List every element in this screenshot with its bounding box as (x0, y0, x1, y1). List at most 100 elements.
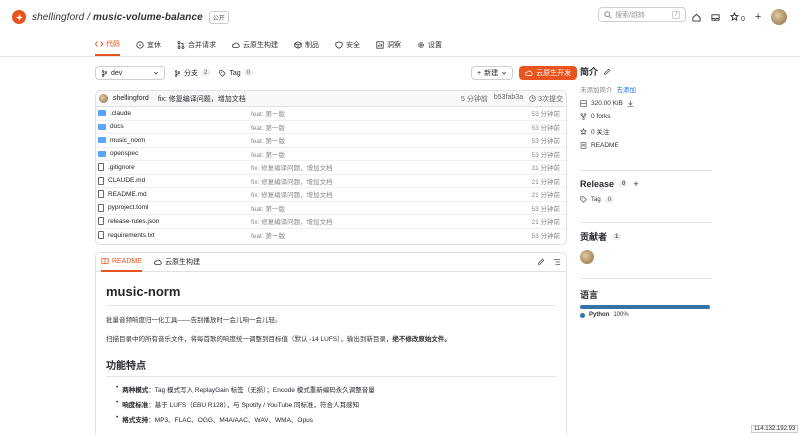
logo-icon[interactable] (12, 10, 26, 24)
code-icon (95, 41, 103, 47)
tags-label: Tag (229, 69, 241, 77)
repo-name[interactable]: music-volume-balance (93, 12, 203, 23)
file-commit-message[interactable]: feat: 第一版 (251, 230, 531, 240)
tags-link[interactable]: Tag 0 (219, 70, 253, 77)
inbox-icon[interactable] (711, 13, 720, 22)
file-time: 53 分钟前 (531, 205, 560, 213)
home-icon[interactable] (692, 13, 701, 22)
table-row[interactable]: openspec feat: 第一版 53 分钟前 (96, 148, 566, 161)
table-row[interactable]: README.md fix: 修复编译问题，增加文档 21 分钟前 (96, 188, 566, 202)
table-row[interactable]: docs feat: 第一版 53 分钟前 (96, 121, 566, 134)
add-about-link[interactable]: 去添加 (617, 84, 637, 94)
file-commit-message[interactable]: fix: 修复编译问题，增加文档 (251, 176, 531, 186)
file-commit-message[interactable]: feat: 第一版 (251, 149, 531, 159)
table-row[interactable]: requirements.txt feat: 第一版 53 分钟前 (96, 229, 566, 243)
avatar[interactable] (99, 94, 108, 103)
file-name[interactable]: release-rules.json (108, 218, 159, 225)
file-name[interactable]: requirements.txt (108, 232, 155, 239)
contributors-heading[interactable]: 贡献者 1 (580, 230, 720, 243)
cloud-dev-button[interactable]: 云原生开发 (519, 66, 578, 80)
tab-cloud-build[interactable]: 云原生构建 (232, 34, 278, 56)
contributors-count: 1 (612, 233, 622, 240)
feature-key: 格式支持 (122, 417, 149, 424)
star-icon (580, 127, 587, 135)
file-time: 31 分钟前 (531, 165, 560, 173)
outline-icon[interactable] (553, 258, 561, 266)
file-time: 53 分钟前 (531, 124, 560, 132)
repo-path[interactable]: shellingford / music-volume-balance (32, 12, 203, 23)
new-label: 新建 (484, 70, 499, 77)
new-button[interactable]: + 新建 (471, 66, 514, 80)
tag-count: 0 (604, 196, 615, 203)
branch-select[interactable]: dev (95, 66, 165, 80)
watch-link[interactable]: 0 关注 (580, 126, 720, 136)
top-icons: 0 + (692, 9, 788, 25)
readme-title: music-norm (106, 284, 556, 306)
tab-packages[interactable]: 制品 (294, 34, 319, 56)
readme-link[interactable]: README (580, 142, 720, 149)
file-name[interactable]: .claude (110, 110, 131, 117)
star-counter[interactable]: 0 (729, 11, 745, 23)
tab-issues[interactable]: 宜休 (136, 34, 161, 56)
tab-label: 云原生构建 (164, 259, 200, 266)
tab-insights[interactable]: 洞察 (376, 34, 401, 56)
plus-icon[interactable]: + (755, 11, 761, 23)
edit-icon[interactable] (537, 258, 545, 266)
tab-code[interactable]: 代码 (95, 34, 120, 56)
tab-label: 洞察 (387, 42, 401, 49)
file-time: 21 分钟前 (531, 219, 560, 227)
repo-owner[interactable]: shellingford (32, 12, 84, 23)
tags-link[interactable]: Tag 0 (580, 196, 720, 203)
edit-icon[interactable] (603, 68, 611, 76)
file-name-cell: README.md (96, 190, 251, 199)
file-name[interactable]: README.md (108, 191, 147, 198)
commit-message[interactable]: fix: 修复编译问题，增加文档 (158, 94, 246, 104)
table-row[interactable]: .gitignore fix: 修复编译问题，增加文档 31 分钟前 (96, 161, 566, 175)
search-input[interactable]: 搜索/跳转 / (598, 7, 686, 22)
file-commit-message[interactable]: feat: 第一版 (251, 108, 531, 118)
file-name[interactable]: CLAUDE.md (108, 177, 145, 184)
tab-settings[interactable]: 设置 (417, 34, 442, 56)
file-name[interactable]: .gitignore (108, 164, 135, 171)
tab-readme[interactable]: README (101, 253, 142, 272)
package-icon (294, 41, 302, 49)
table-row[interactable]: CLAUDE.md fix: 修复编译问题，增加文档 21 分钟前 (96, 175, 566, 188)
release-section: Release 0 + Tag 0 (580, 179, 720, 203)
tab-security[interactable]: 安全 (335, 34, 360, 56)
language-name: Python (589, 312, 610, 318)
file-commit-message[interactable]: fix: 修复编译问题，增加文档 (251, 189, 531, 199)
table-row[interactable]: pyproject.toml feat: 第一版 53 分钟前 (96, 202, 566, 215)
file-icon (98, 176, 104, 185)
history-icon (529, 95, 536, 102)
file-commit-message[interactable]: feat: 第一版 (251, 135, 531, 145)
file-time: 53 分钟前 (531, 151, 560, 159)
file-name[interactable]: openspec (110, 150, 138, 157)
table-row[interactable]: music_norm feat: 第一版 53 分钟前 (96, 134, 566, 148)
list-item: • 响度标准：基于 LUFS（EBU R128），与 Spotify / YouT… (116, 399, 359, 409)
file-commit-message[interactable]: feat: 第一版 (251, 203, 531, 213)
readme-bold-text: 绝不修改原始文件。 (392, 336, 451, 343)
tab-pull-requests[interactable]: 合并请求 (177, 34, 216, 56)
download-icon[interactable] (627, 100, 634, 107)
commit-author[interactable]: shellingford (113, 95, 149, 102)
avatar[interactable] (580, 250, 594, 264)
release-heading[interactable]: Release 0 + (580, 179, 720, 189)
tab-cloud-build[interactable]: 云原生构建 (154, 253, 200, 272)
file-name[interactable]: music_norm (110, 137, 145, 144)
file-commit-message[interactable]: fix: 修复编译问题，增加文档 (251, 216, 531, 226)
branches-link[interactable]: 分支 2 (174, 68, 211, 78)
file-name[interactable]: docs (110, 123, 124, 130)
file-name[interactable]: pyproject.toml (108, 204, 148, 211)
forks-link[interactable]: 0 forks (580, 113, 720, 120)
file-commit-message[interactable]: fix: 修复编译问题，增加文档 (251, 162, 531, 172)
commit-hash[interactable]: b53fab3a (494, 94, 523, 104)
user-avatar[interactable] (771, 9, 788, 25)
table-row[interactable]: .claude feat: 第一版 53 分钟前 (96, 107, 566, 121)
database-icon (580, 100, 587, 107)
commit-count[interactable]: 3次提交 (529, 94, 563, 104)
file-commit-message[interactable]: feat: 第一版 (251, 122, 531, 132)
file-name-cell: .claude (96, 110, 251, 117)
plus-icon[interactable]: + (633, 179, 638, 189)
file-name-cell: openspec (96, 150, 251, 157)
table-row[interactable]: release-rules.json fix: 修复编译问题，增加文档 21 分钟前 (96, 215, 566, 229)
